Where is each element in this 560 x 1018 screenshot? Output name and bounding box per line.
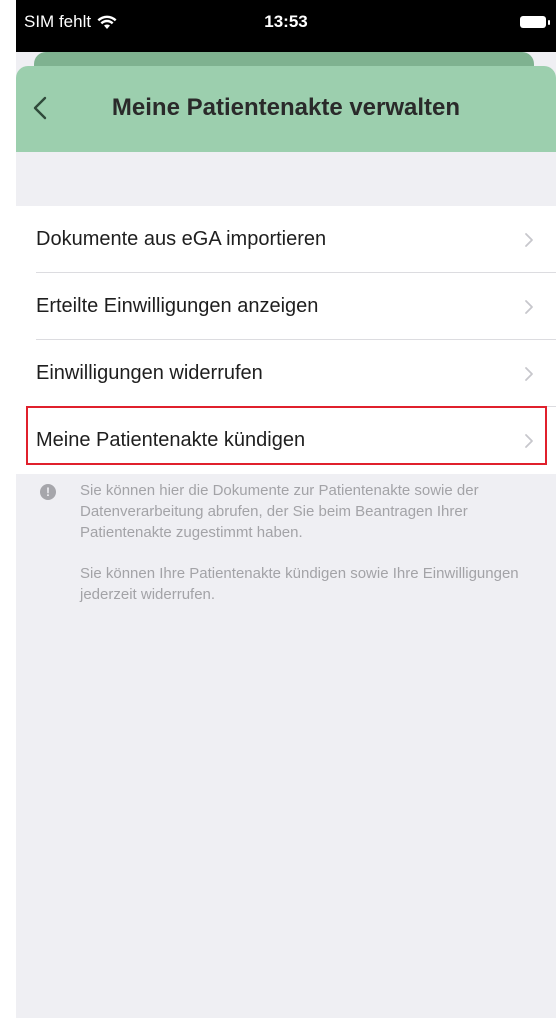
app-screen: SIM fehlt 13:53 Meine Patientenakte verw… bbox=[16, 0, 556, 1018]
info-icon: ! bbox=[40, 484, 56, 500]
chevron-right-icon bbox=[525, 299, 533, 314]
info-section: ! Sie können hier die Dokumente zur Pati… bbox=[36, 480, 541, 625]
menu-item-revoke-consents[interactable]: Einwilligungen widerrufen bbox=[16, 340, 556, 407]
menu-item-label: Dokumente aus eGA importieren bbox=[36, 228, 327, 250]
menu-item-label: Erteilte Einwilligungen anzeigen bbox=[36, 295, 319, 317]
chevron-right-icon bbox=[525, 433, 533, 448]
info-text: Sie können hier die Dokumente zur Patien… bbox=[80, 480, 541, 605]
navigation-bar: Meine Patientenakte verwalten bbox=[16, 66, 556, 152]
status-bar: SIM fehlt 13:53 bbox=[16, 0, 556, 52]
battery-icon bbox=[520, 16, 550, 28]
chevron-right-icon bbox=[525, 232, 533, 247]
page-title: Meine Patientenakte verwalten bbox=[111, 94, 461, 121]
menu-item-import-documents[interactable]: Dokumente aus eGA importieren bbox=[16, 206, 556, 273]
info-paragraph-1: Sie können hier die Dokumente zur Patien… bbox=[80, 482, 479, 541]
settings-list: Dokumente aus eGA importieren Erteilte E… bbox=[16, 206, 556, 474]
menu-item-cancel-record[interactable]: Meine Patientenakte kündigen bbox=[16, 407, 556, 474]
status-time: 13:53 bbox=[264, 12, 308, 31]
menu-item-show-consents[interactable]: Erteilte Einwilligungen anzeigen bbox=[16, 273, 556, 340]
menu-item-label: Meine Patientenakte kündigen bbox=[36, 429, 306, 451]
chevron-right-icon bbox=[525, 366, 533, 381]
info-paragraph-2: Sie können Ihre Patientenakte kündigen s… bbox=[80, 565, 519, 603]
menu-item-label: Einwilligungen widerrufen bbox=[36, 362, 263, 384]
